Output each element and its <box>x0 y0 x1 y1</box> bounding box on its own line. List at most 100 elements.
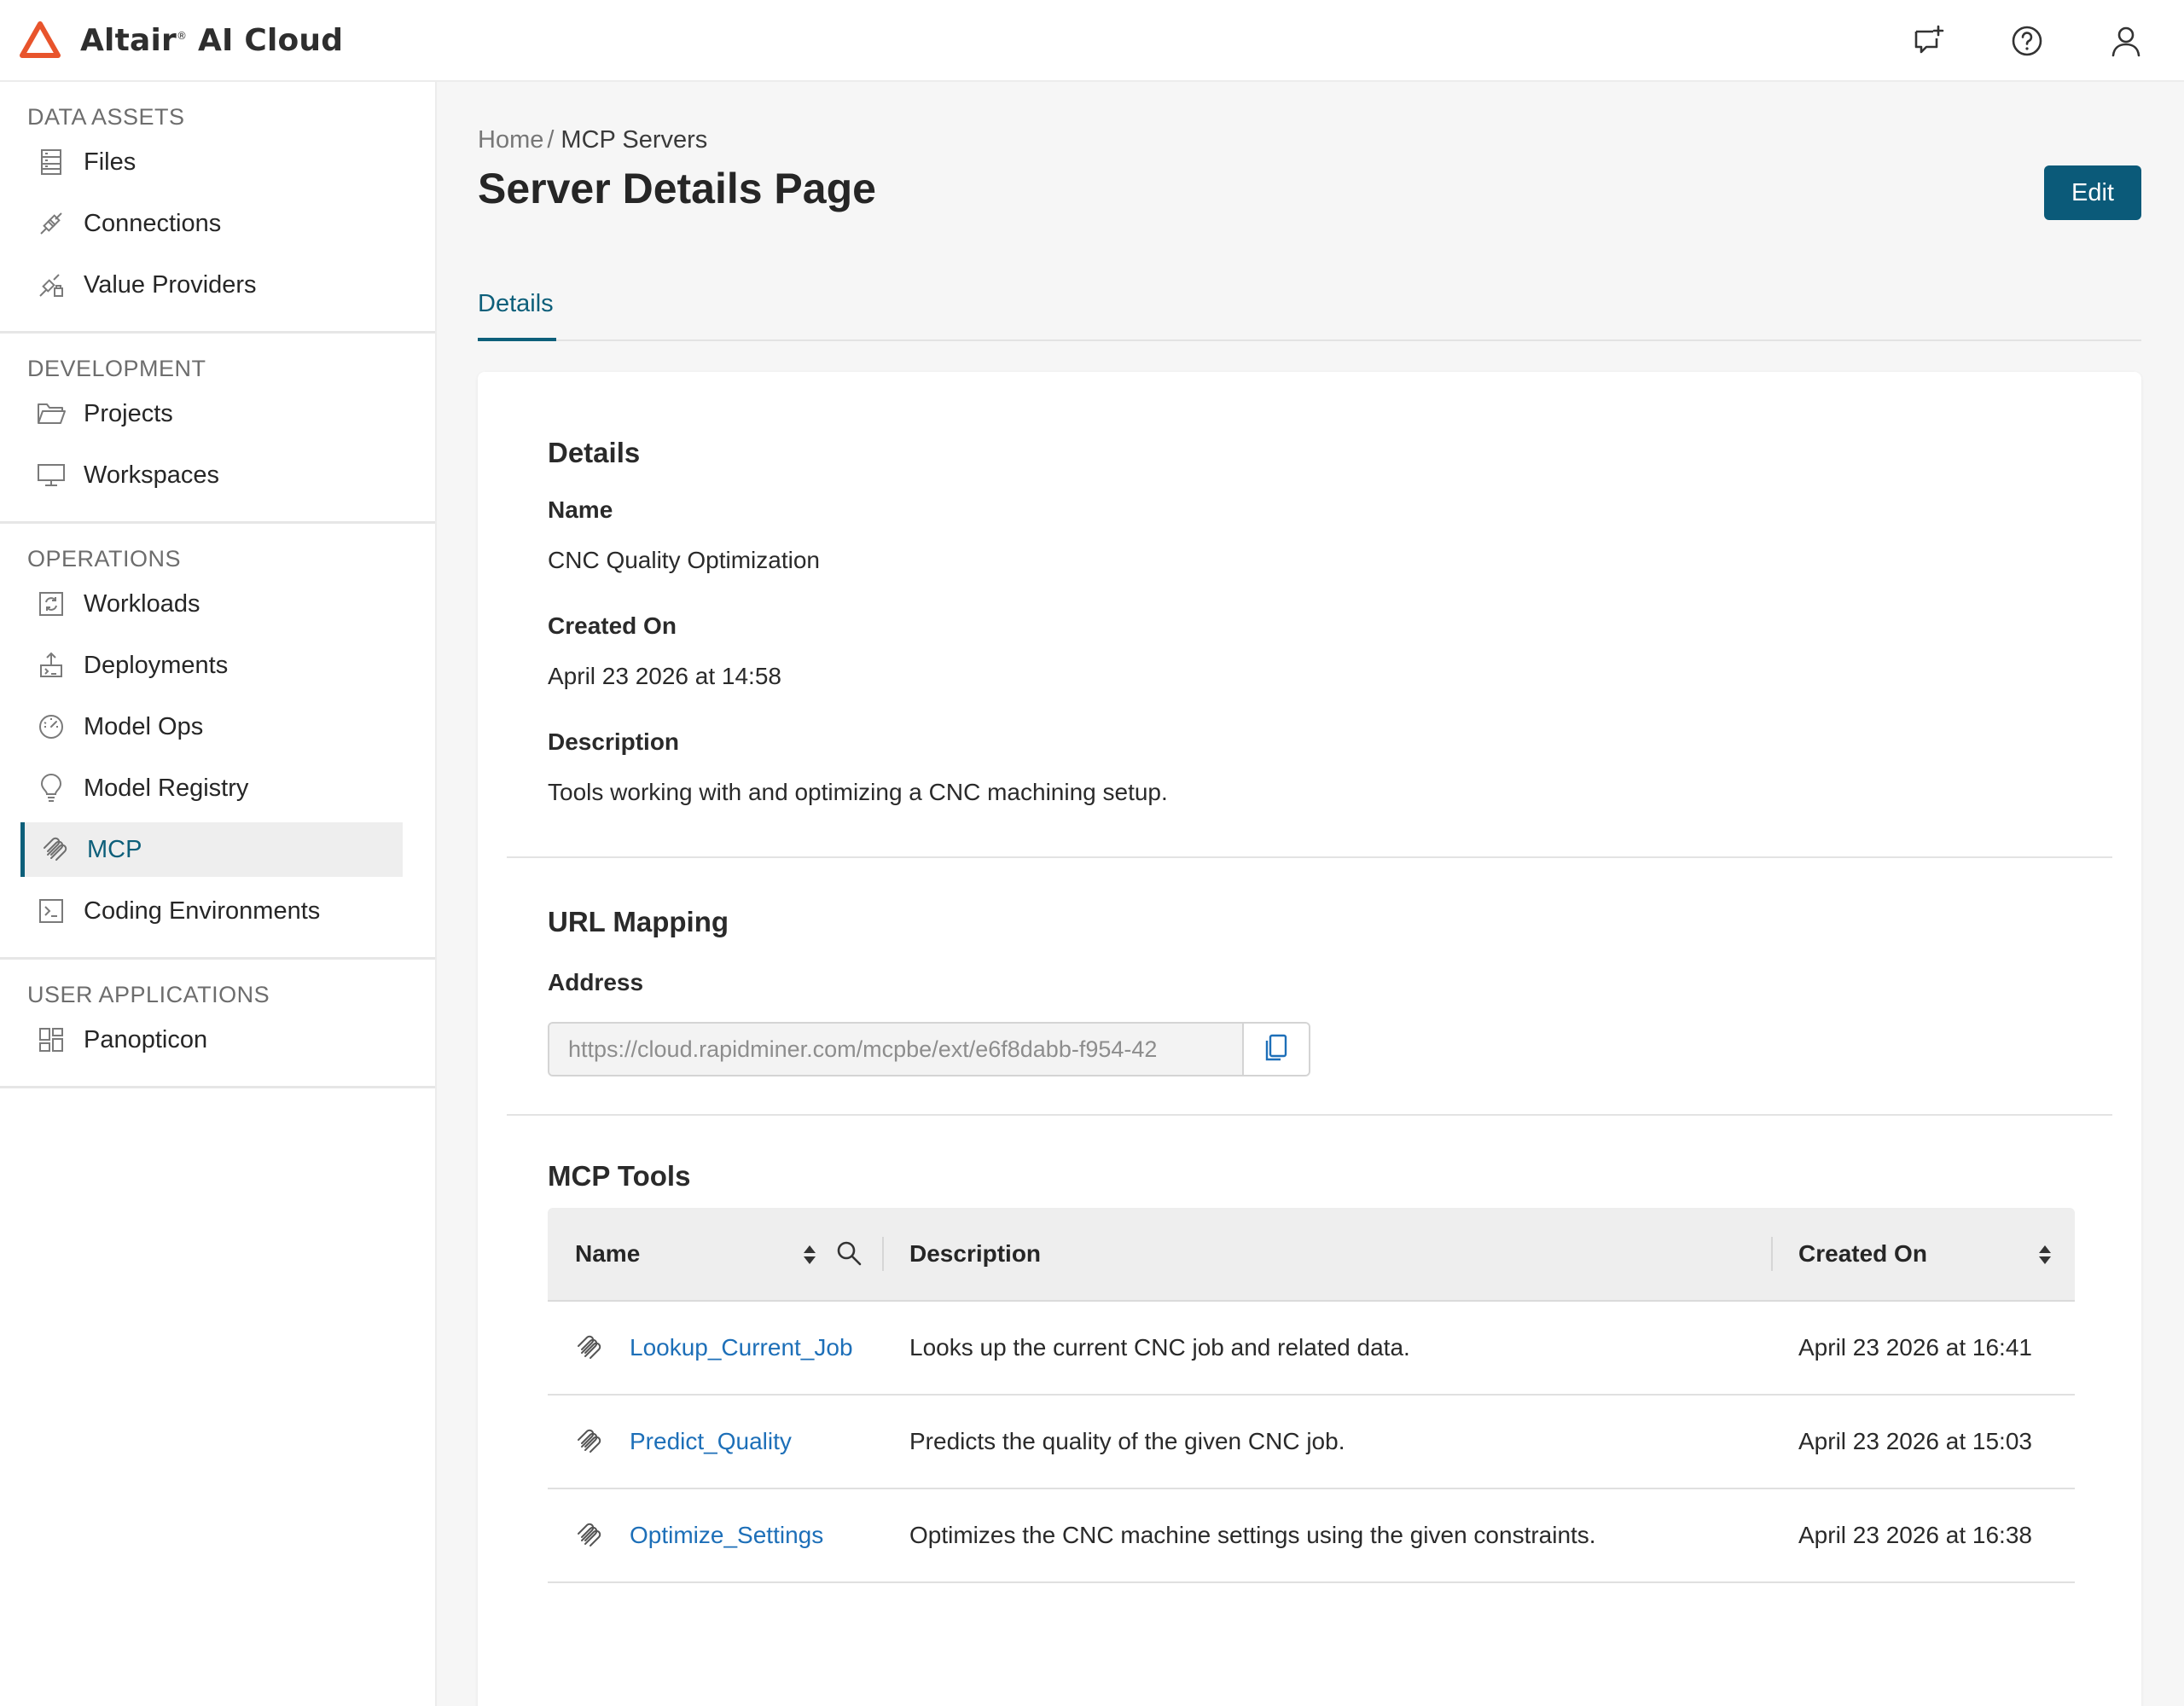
table-row[interactable]: Predict_Quality Predicts the quality of … <box>548 1396 2075 1489</box>
monitor-icon <box>36 460 67 490</box>
copy-button[interactable] <box>1242 1024 1309 1075</box>
main-content: Home / MCP Servers Server Details Page Edi… <box>439 82 2184 1706</box>
sidebar-item-label: Deployments <box>84 651 229 679</box>
brand-name: Altair® AI Cloud <box>80 22 344 58</box>
folder-icon <box>36 398 67 429</box>
sidebar-item-files[interactable]: Files <box>20 135 403 189</box>
mcp-tool-icon <box>573 1489 604 1581</box>
help-icon[interactable] <box>2007 20 2048 61</box>
sort-icon[interactable] <box>800 1242 819 1268</box>
mcp-icon <box>39 834 70 865</box>
sidebar-item-label: Connections <box>84 209 222 237</box>
sidebar-section-title: OPERATIONS <box>27 546 182 572</box>
sidebar-item-deployments[interactable]: Deployments <box>20 638 403 693</box>
tool-name-link[interactable]: Lookup_Current_Job <box>630 1302 853 1394</box>
sort-icon[interactable] <box>2036 1242 2054 1268</box>
column-header-description: Description <box>909 1240 1042 1267</box>
breadcrumb-home[interactable]: Home <box>478 126 543 154</box>
connections-icon <box>36 208 67 239</box>
sidebar-item-label: Value Providers <box>84 270 257 299</box>
sidebar-section-operations: OPERATIONS Workloads Deployments Model O… <box>0 524 435 960</box>
deployments-icon <box>36 650 67 681</box>
tool-description: Predicts the quality of the given CNC jo… <box>909 1428 1345 1454</box>
tool-created-on: April 23 2026 at 16:38 <box>1798 1522 2032 1548</box>
sidebar-item-label: Panopticon <box>84 1025 208 1053</box>
sidebar-section-title: DATA ASSETS <box>27 104 185 130</box>
sidebar-section-title: USER APPLICATIONS <box>27 982 270 1007</box>
created-on-label: Created On <box>548 612 677 639</box>
tab-bar: Details <box>478 287 2141 341</box>
breadcrumb-separator: / <box>547 126 555 154</box>
details-section: Details Name CNC Quality Optimization Cr… <box>507 372 2112 858</box>
address-input[interactable] <box>549 1024 1242 1075</box>
mcp-tool-icon <box>573 1302 604 1394</box>
sidebar-section-development: DEVELOPMENT Projects Workspaces <box>0 334 435 524</box>
copy-icon <box>1263 1034 1289 1065</box>
mcp-tool-icon <box>573 1396 604 1488</box>
edit-button[interactable]: Edit <box>2044 165 2141 220</box>
sidebar-item-label: Projects <box>84 399 173 427</box>
breadcrumb-current[interactable]: MCP Servers <box>561 126 707 154</box>
search-icon[interactable] <box>834 1239 863 1268</box>
sidebar-item-label: Workspaces <box>84 461 220 489</box>
sidebar-item-workspaces[interactable]: Workspaces <box>20 448 403 502</box>
details-section-title: Details <box>548 437 641 468</box>
table-row[interactable]: Lookup_Current_Job Looks up the current … <box>548 1302 2075 1396</box>
address-label: Address <box>548 969 644 995</box>
column-header-created-on[interactable]: Created On <box>1798 1208 1927 1300</box>
sidebar-item-coding-environments[interactable]: Coding Environments <box>20 884 403 938</box>
sidebar-item-label: Model Registry <box>84 774 249 802</box>
sidebar-item-panopticon[interactable]: Panopticon <box>20 1013 403 1067</box>
sidebar: DATA ASSETS Files Connections Value Prov… <box>0 82 437 1706</box>
table-row[interactable]: Optimize_Settings Optimizes the CNC mach… <box>548 1489 2075 1583</box>
user-icon[interactable] <box>2106 20 2146 61</box>
sidebar-section-user-applications: USER APPLICATIONS Panopticon <box>0 960 435 1088</box>
sidebar-item-label: Workloads <box>84 589 200 618</box>
url-mapping-section: URL Mapping Address <box>507 858 2112 1116</box>
breadcrumb: Home / MCP Servers <box>478 126 707 154</box>
top-header: Altair® AI Cloud <box>0 0 2184 82</box>
sidebar-item-label: Files <box>84 148 136 176</box>
terminal-icon <box>36 896 67 926</box>
address-field-group <box>548 1022 1310 1076</box>
tool-description: Optimizes the CNC machine settings using… <box>909 1522 1596 1548</box>
tool-description: Looks up the current CNC job and related… <box>909 1334 1410 1361</box>
sidebar-item-workloads[interactable]: Workloads <box>20 577 403 631</box>
value-providers-icon <box>36 270 67 300</box>
feedback-icon[interactable] <box>1908 20 1949 61</box>
sidebar-item-label: Coding Environments <box>84 897 321 925</box>
sidebar-section-data-assets: DATA ASSETS Files Connections Value Prov… <box>0 82 435 334</box>
details-card: Details Name CNC Quality Optimization Cr… <box>478 372 2141 1706</box>
created-on-value: April 23 2026 at 14:58 <box>548 663 781 689</box>
sidebar-item-model-registry[interactable]: Model Registry <box>20 761 403 815</box>
url-mapping-title: URL Mapping <box>548 906 729 937</box>
lightbulb-icon <box>36 773 67 804</box>
description-value: Tools working with and optimizing a CNC … <box>548 779 1168 805</box>
sidebar-section-title: DEVELOPMENT <box>27 356 206 381</box>
mcp-tools-section: MCP Tools Name Description Created On Lo… <box>507 1116 2112 1706</box>
brand[interactable]: Altair® AI Cloud <box>19 0 343 81</box>
sidebar-item-connections[interactable]: Connections <box>20 196 403 251</box>
tab-details[interactable]: Details <box>478 287 556 341</box>
workloads-icon <box>36 589 67 619</box>
mcp-tools-title: MCP Tools <box>548 1160 691 1192</box>
altair-logo-icon <box>19 19 61 61</box>
files-icon <box>36 147 67 177</box>
description-label: Description <box>548 728 680 755</box>
dashboard-icon <box>36 1024 67 1055</box>
page-title: Server Details Page <box>478 165 876 212</box>
sidebar-item-mcp[interactable]: MCP <box>20 822 403 877</box>
sidebar-item-projects[interactable]: Projects <box>20 386 403 441</box>
name-value: CNC Quality Optimization <box>548 547 820 573</box>
gauge-icon <box>36 711 67 742</box>
tool-name-link[interactable]: Predict_Quality <box>630 1396 792 1488</box>
column-divider <box>1771 1237 1773 1271</box>
sidebar-item-model-ops[interactable]: Model Ops <box>20 699 403 754</box>
name-label: Name <box>548 496 613 523</box>
sidebar-item-label: Model Ops <box>84 712 204 740</box>
tool-name-link[interactable]: Optimize_Settings <box>630 1489 823 1581</box>
sidebar-item-label: MCP <box>87 835 142 863</box>
sidebar-item-value-providers[interactable]: Value Providers <box>20 258 403 312</box>
mcp-tools-table: Name Description Created On Lookup_Curre… <box>548 1208 2075 1583</box>
tool-created-on: April 23 2026 at 16:41 <box>1798 1334 2032 1361</box>
